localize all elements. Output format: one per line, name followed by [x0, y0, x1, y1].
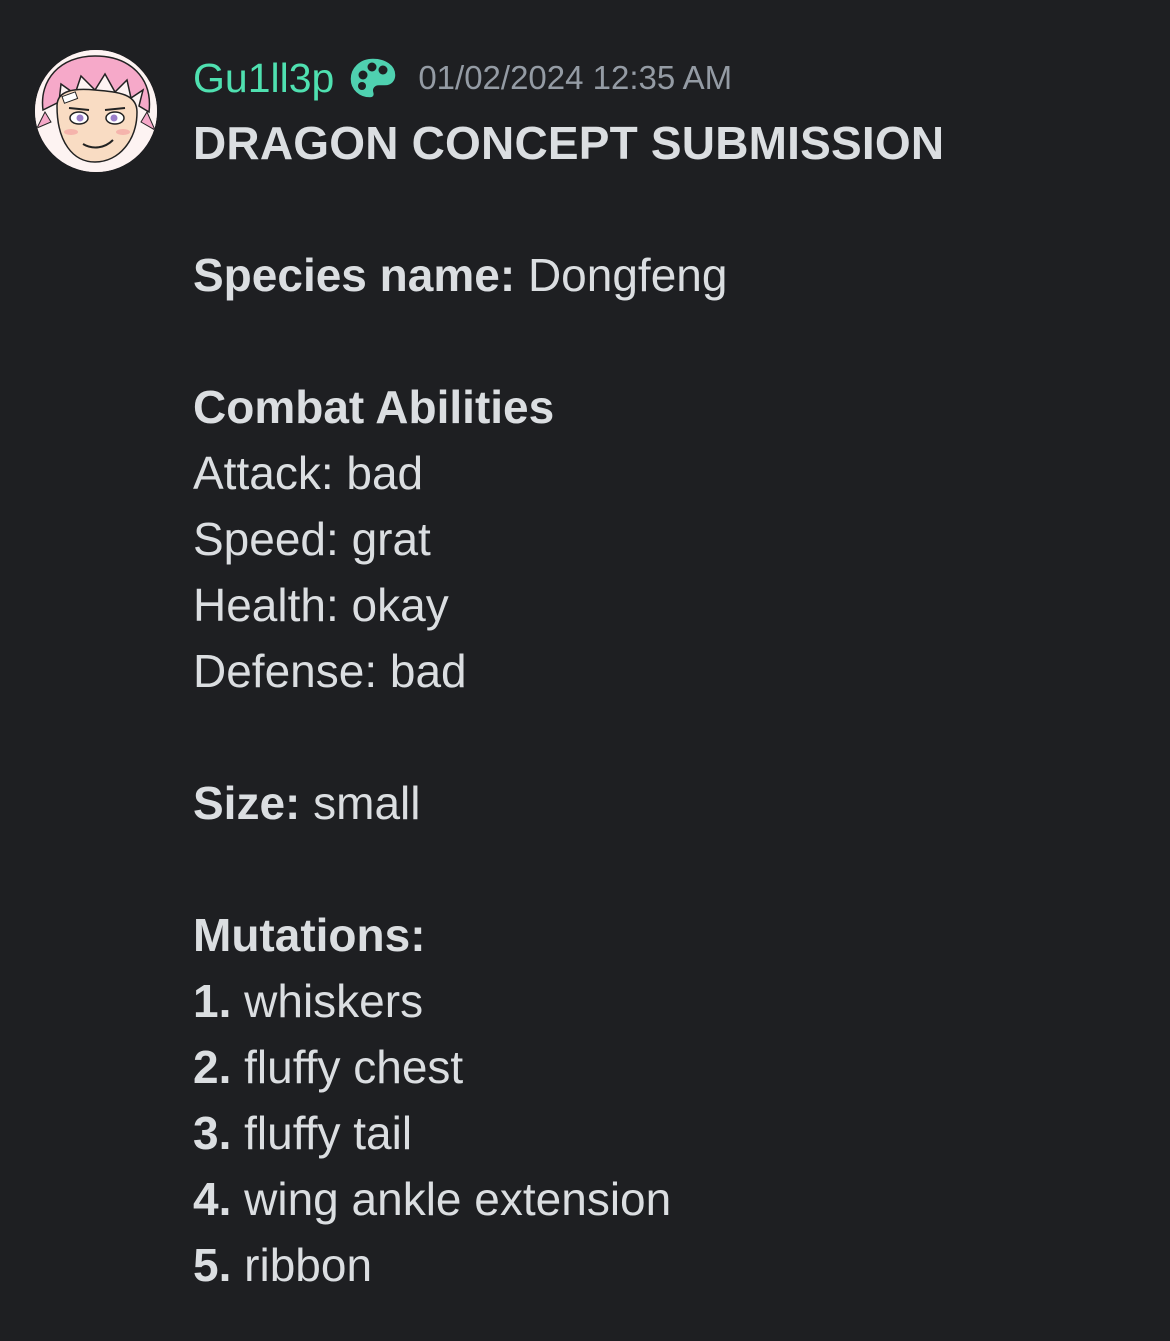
mutation-number: 3.: [193, 1107, 232, 1159]
mutation-text: whiskers: [231, 975, 424, 1027]
mutation-number: 1.: [193, 975, 232, 1027]
mutation-text: fluffy tail: [231, 1107, 413, 1159]
mutation-item: 3. fluffy tail: [193, 1100, 1133, 1166]
message-timestamp[interactable]: 01/02/2024 12:35 AM: [418, 59, 732, 97]
avatar-image: [35, 50, 157, 172]
combat-speed: Speed: grat: [193, 513, 431, 565]
combat-defense: Defense: bad: [193, 645, 467, 697]
size-line: Size: small: [193, 770, 1133, 836]
species-label: Species name:: [193, 249, 516, 301]
mutation-text: fluffy chest: [231, 1041, 464, 1093]
mutation-item: 2. fluffy chest: [193, 1034, 1133, 1100]
mutation-item: 4. wing ankle extension: [193, 1166, 1133, 1232]
user-avatar[interactable]: [35, 50, 157, 172]
mutations-heading-text: Mutations:: [193, 909, 426, 961]
palette-icon[interactable]: [348, 55, 398, 101]
mutation-number: 4.: [193, 1173, 232, 1225]
mutation-number: 2.: [193, 1041, 232, 1093]
mutation-number: 5.: [193, 1239, 232, 1291]
size-label: Size:: [193, 777, 301, 829]
species-line: Species name: Dongfeng: [193, 242, 1133, 308]
author-username[interactable]: Gu1ll3p: [193, 55, 334, 102]
combat-heading: Combat Abilities: [193, 374, 1133, 440]
message-content: DRAGON CONCEPT SUBMISSION Species name: …: [193, 110, 1133, 1298]
combat-health: Health: okay: [193, 579, 449, 631]
message-header: Gu1ll3p 01/02/2024 12:35 AM: [193, 50, 732, 106]
mutations-heading: Mutations:: [193, 902, 1133, 968]
combat-heading-text: Combat Abilities: [193, 381, 555, 433]
mutation-item: 5. ribbon: [193, 1232, 1133, 1298]
submission-title: DRAGON CONCEPT SUBMISSION: [193, 117, 945, 169]
mutation-text: ribbon: [231, 1239, 373, 1291]
combat-attack: Attack: bad: [193, 447, 424, 499]
mutation-item: 1. whiskers: [193, 968, 1133, 1034]
species-value: Dongfeng: [515, 249, 728, 301]
mutation-text: wing ankle extension: [231, 1173, 672, 1225]
size-value: small: [300, 777, 421, 829]
